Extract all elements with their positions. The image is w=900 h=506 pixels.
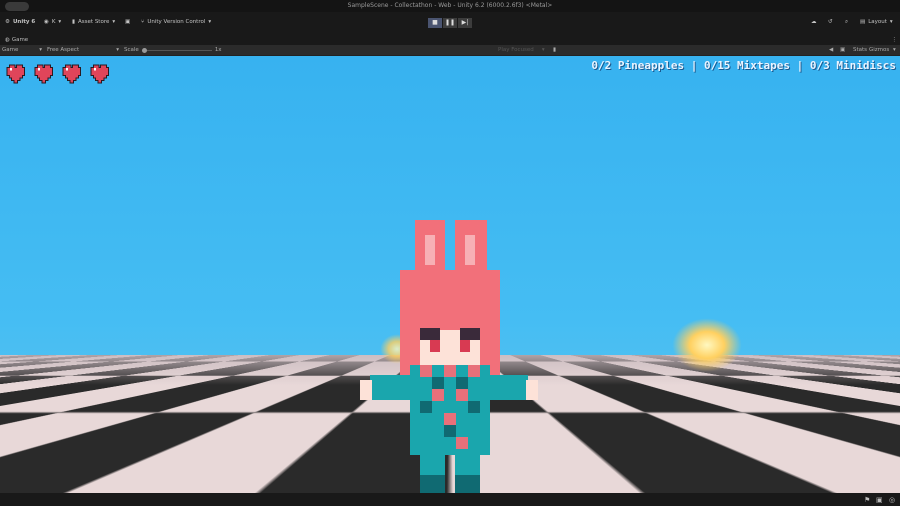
chevron-down-icon: ▾ — [58, 19, 62, 25]
play-button[interactable]: ■ — [428, 18, 442, 28]
debug-icon[interactable]: ⚑ — [864, 496, 870, 504]
chevron-down-icon: ▾ — [541, 47, 545, 53]
account-button[interactable]: ◉ K ▾ — [44, 19, 61, 25]
audio-icon[interactable]: ◀ — [829, 47, 833, 53]
unity-logo-icon: ⚙ — [5, 19, 10, 25]
tab-menu-icon[interactable]: ⋮ — [892, 37, 898, 43]
player-character — [360, 220, 538, 493]
tab-game[interactable]: ◍ Game — [5, 37, 28, 43]
game-view[interactable]: 0/2 Pineapples | 0/15 Mixtapes | 0/3 Min… — [0, 56, 900, 493]
chevron-down-icon: ▾ — [39, 47, 42, 53]
heart-icon — [35, 65, 53, 83]
chevron-down-icon: ▾ — [208, 19, 212, 25]
version-control-label: Unity Version Control — [147, 19, 206, 25]
cloud-icon: ☁ — [811, 19, 817, 25]
heart-icon — [63, 65, 81, 83]
stats-button[interactable]: Stats — [853, 47, 867, 53]
heart-icon — [7, 65, 25, 83]
aspect-dropdown[interactable]: Free Aspect ▾ — [47, 47, 119, 53]
scale-slider-handle[interactable] — [141, 47, 147, 53]
package-button[interactable]: ▣ — [125, 19, 130, 25]
unity-menu-button[interactable]: ⚙ Unity 6 — [5, 19, 35, 25]
heart — [89, 62, 113, 90]
main-toolbar: ⚙ Unity 6 ◉ K ▾ ▮ Asset Store ▾ ▣ ⑂ Unity Vers… — [0, 12, 900, 34]
step-button[interactable]: ▶| — [458, 18, 472, 28]
gizmos-button[interactable]: Gizmos — [869, 47, 889, 53]
scale-slider[interactable] — [141, 47, 212, 53]
aspect-label: Free Aspect — [47, 47, 80, 53]
layout-label: Layout — [868, 19, 887, 25]
title-bar: SampleScene - Collectathon - Web - Unity… — [0, 0, 900, 12]
health-hearts — [5, 62, 113, 90]
display-dropdown[interactable]: Game ▾ — [2, 47, 42, 53]
branch-icon: ⑂ — [141, 19, 145, 25]
chevron-down-icon: ▾ — [112, 19, 116, 25]
pause-button[interactable]: ❚❚ — [443, 18, 457, 28]
account-icon: ◉ — [44, 19, 49, 25]
scale-control: Scale 1x — [124, 47, 222, 53]
play-controls: ■ ❚❚ ▶| — [428, 18, 472, 28]
version-control-button[interactable]: ⑂ Unity Version Control ▾ — [141, 19, 211, 25]
history-icon: ↺ — [828, 19, 833, 25]
account-label: K — [51, 19, 56, 25]
tab-bar: ◍ Game ⋮ — [0, 34, 900, 45]
game-view-toolbar: Game ▾ Free Aspect ▾ Scale 1x Play Focused… — [0, 45, 900, 56]
collectible-counter: 0/2 Pineapples | 0/15 Mixtapes | 0/3 Min… — [591, 59, 896, 72]
chevron-down-icon: ▾ — [889, 19, 893, 25]
heart — [5, 62, 29, 90]
cache-icon[interactable]: ▣ — [876, 496, 883, 504]
heart — [61, 62, 85, 90]
search-button[interactable]: ⌕ — [845, 19, 848, 26]
search-icon: ⌕ — [845, 19, 849, 25]
play-focused-dropdown[interactable]: Play Focused ▾ — [498, 47, 545, 53]
play-focused-label: Play Focused — [498, 47, 534, 53]
mute-audio-icon[interactable]: ▮ — [553, 47, 556, 53]
chevron-down-icon: ▾ — [116, 47, 119, 53]
scale-label: Scale — [124, 47, 139, 53]
bag-icon: ▮ — [72, 19, 76, 25]
chevron-down-icon[interactable]: ▾ — [893, 47, 896, 53]
heart — [33, 62, 57, 90]
window-title: SampleScene - Collectathon - Web - Unity… — [347, 2, 553, 9]
unity-label: Unity 6 — [12, 19, 36, 25]
collectible-glow — [672, 318, 742, 372]
package-icon: ▣ — [125, 19, 131, 25]
history-button[interactable]: ↺ — [828, 19, 833, 25]
status-bar: ⚑ ▣ ◎ — [0, 493, 900, 506]
gamepad-icon: ◍ — [5, 36, 10, 43]
display-label: Game — [2, 47, 19, 53]
layout-button[interactable]: ▤ Layout ▾ — [860, 19, 893, 25]
asset-store-label: Asset Store — [78, 19, 110, 25]
cloud-button[interactable]: ☁ — [811, 19, 817, 25]
heart-icon — [91, 65, 109, 83]
progress-icon[interactable]: ◎ — [889, 496, 895, 504]
scale-value: 1x — [214, 47, 222, 53]
asset-store-button[interactable]: ▮ Asset Store ▾ — [72, 19, 115, 25]
display-icon[interactable]: ▣ — [840, 47, 845, 53]
layout-icon: ▤ — [860, 19, 866, 25]
tab-label: Game — [11, 36, 29, 43]
